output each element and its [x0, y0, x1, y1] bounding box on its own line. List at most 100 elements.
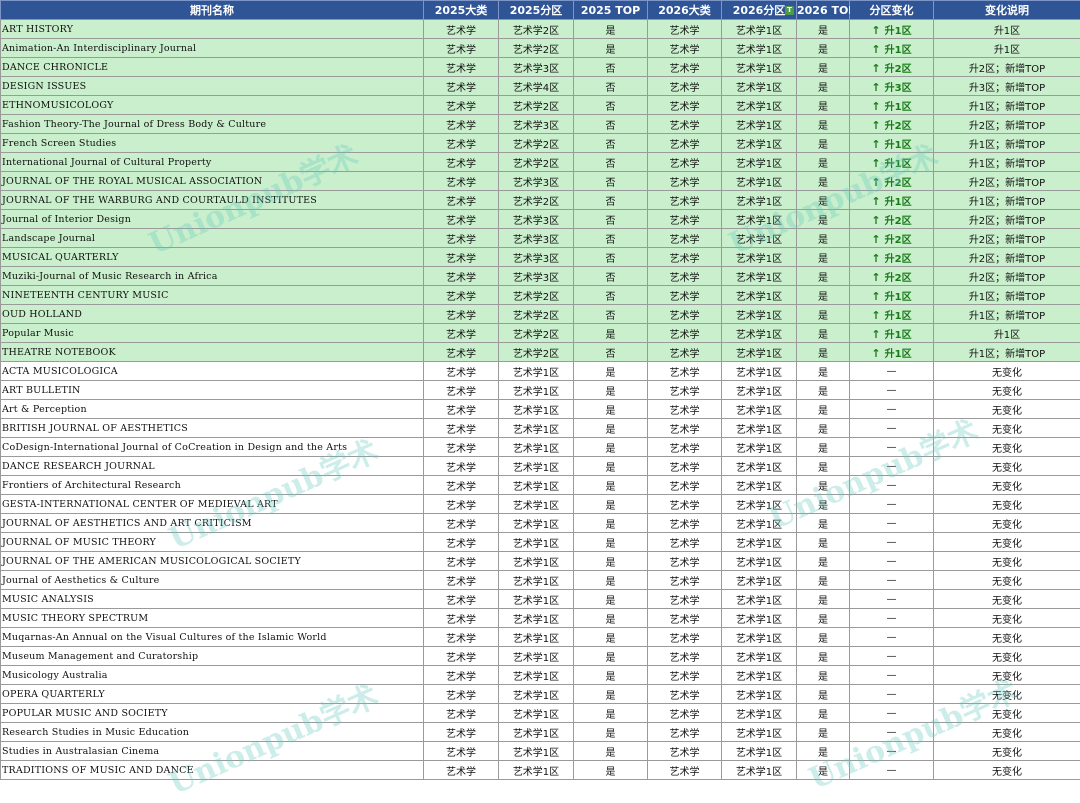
change-note-cell[interactable]: 升2区；新增TOP [934, 115, 1080, 134]
zone-2026-cell[interactable]: 艺术学1区 [722, 609, 797, 628]
table-row[interactable]: MUSIC ANALYSIS艺术学艺术学1区是艺术学艺术学1区是—无变化 [1, 590, 1080, 609]
zone-2025-cell[interactable]: 艺术学1区 [499, 761, 574, 780]
top-2025-cell[interactable]: 是 [574, 628, 648, 647]
change-note-cell[interactable]: 无变化 [934, 552, 1080, 571]
zone-2026-cell[interactable]: 艺术学1区 [722, 134, 797, 153]
zone-2025-cell[interactable]: 艺术学2区 [499, 305, 574, 324]
category-2026-cell[interactable]: 艺术学 [648, 723, 722, 742]
journal-name-cell[interactable]: International Journal of Cultural Proper… [1, 153, 424, 172]
journal-name-cell[interactable]: Journal of Aesthetics & Culture [1, 571, 424, 590]
top-2026-cell[interactable]: 是 [797, 286, 850, 305]
top-2025-cell[interactable]: 否 [574, 191, 648, 210]
change-note-cell[interactable]: 无变化 [934, 742, 1080, 761]
zone-2025-cell[interactable]: 艺术学3区 [499, 172, 574, 191]
zone-change-cell[interactable]: ↑升2区 [850, 172, 934, 191]
zone-change-cell[interactable]: — [850, 457, 934, 476]
zone-2025-cell[interactable]: 艺术学1区 [499, 552, 574, 571]
journal-name-cell[interactable]: Animation-An Interdisciplinary Journal [1, 39, 424, 58]
header-change-note[interactable]: 变化说明 [934, 1, 1080, 20]
table-row[interactable]: Fashion Theory-The Journal of Dress Body… [1, 115, 1080, 134]
category-2025-cell[interactable]: 艺术学 [424, 39, 499, 58]
table-row[interactable]: NINETEENTH CENTURY MUSIC艺术学艺术学2区否艺术学艺术学1… [1, 286, 1080, 305]
journal-name-cell[interactable]: MUSIC THEORY SPECTRUM [1, 609, 424, 628]
journal-name-cell[interactable]: Studies in Australasian Cinema [1, 742, 424, 761]
zone-2026-cell[interactable]: 艺术学1区 [722, 229, 797, 248]
top-2025-cell[interactable]: 否 [574, 77, 648, 96]
top-2026-cell[interactable]: 是 [797, 362, 850, 381]
zone-2025-cell[interactable]: 艺术学1区 [499, 438, 574, 457]
table-row[interactable]: ART BULLETIN艺术学艺术学1区是艺术学艺术学1区是—无变化 [1, 381, 1080, 400]
table-row[interactable]: Museum Management and Curatorship艺术学艺术学1… [1, 647, 1080, 666]
top-2026-cell[interactable]: 是 [797, 704, 850, 723]
journal-name-cell[interactable]: DANCE CHRONICLE [1, 58, 424, 77]
category-2025-cell[interactable]: 艺术学 [424, 305, 499, 324]
change-note-cell[interactable]: 升2区；新增TOP [934, 58, 1080, 77]
zone-change-cell[interactable]: ↑升1区 [850, 134, 934, 153]
zone-change-cell[interactable]: ↑升1区 [850, 39, 934, 58]
change-note-cell[interactable]: 升2区；新增TOP [934, 229, 1080, 248]
header-2025-category[interactable]: 2025大类 [424, 1, 499, 20]
category-2026-cell[interactable]: 艺术学 [648, 324, 722, 343]
change-note-cell[interactable]: 无变化 [934, 666, 1080, 685]
zone-2025-cell[interactable]: 艺术学2区 [499, 20, 574, 39]
journal-name-cell[interactable]: THEATRE NOTEBOOK [1, 343, 424, 362]
journal-name-cell[interactable]: OPERA QUARTERLY [1, 685, 424, 704]
zone-2025-cell[interactable]: 艺术学2区 [499, 324, 574, 343]
category-2025-cell[interactable]: 艺术学 [424, 666, 499, 685]
category-2025-cell[interactable]: 艺术学 [424, 514, 499, 533]
zone-2025-cell[interactable]: 艺术学2区 [499, 96, 574, 115]
top-2026-cell[interactable]: 是 [797, 761, 850, 780]
zone-2025-cell[interactable]: 艺术学1区 [499, 400, 574, 419]
journal-name-cell[interactable]: Frontiers of Architectural Research [1, 476, 424, 495]
category-2025-cell[interactable]: 艺术学 [424, 533, 499, 552]
table-row[interactable]: ETHNOMUSICOLOGY艺术学艺术学2区否艺术学艺术学1区是↑升1区升1区… [1, 96, 1080, 115]
header-zone-change[interactable]: 分区变化 [850, 1, 934, 20]
journal-name-cell[interactable]: Popular Music [1, 324, 424, 343]
category-2026-cell[interactable]: 艺术学 [648, 419, 722, 438]
table-row[interactable]: DANCE CHRONICLE艺术学艺术学3区否艺术学艺术学1区是↑升2区升2区… [1, 58, 1080, 77]
top-2026-cell[interactable]: 是 [797, 400, 850, 419]
header-2026-category[interactable]: 2026大类 [648, 1, 722, 20]
category-2026-cell[interactable]: 艺术学 [648, 172, 722, 191]
zone-change-cell[interactable]: — [850, 438, 934, 457]
category-2025-cell[interactable]: 艺术学 [424, 191, 499, 210]
change-note-cell[interactable]: 升2区；新增TOP [934, 172, 1080, 191]
change-note-cell[interactable]: 无变化 [934, 590, 1080, 609]
journal-name-cell[interactable]: Muziki-Journal of Music Research in Afri… [1, 267, 424, 286]
zone-2026-cell[interactable]: 艺术学1区 [722, 457, 797, 476]
zone-2026-cell[interactable]: 艺术学1区 [722, 324, 797, 343]
change-note-cell[interactable]: 升1区；新增TOP [934, 343, 1080, 362]
category-2026-cell[interactable]: 艺术学 [648, 153, 722, 172]
zone-change-cell[interactable]: — [850, 495, 934, 514]
change-note-cell[interactable]: 无变化 [934, 685, 1080, 704]
table-row[interactable]: Muziki-Journal of Music Research in Afri… [1, 267, 1080, 286]
category-2026-cell[interactable]: 艺术学 [648, 666, 722, 685]
top-2025-cell[interactable]: 否 [574, 229, 648, 248]
top-2026-cell[interactable]: 是 [797, 58, 850, 77]
journal-name-cell[interactable]: MUSICAL QUARTERLY [1, 248, 424, 267]
zone-change-cell[interactable]: ↑升1区 [850, 324, 934, 343]
zone-2026-cell[interactable]: 艺术学1区 [722, 267, 797, 286]
table-row[interactable]: OPERA QUARTERLY艺术学艺术学1区是艺术学艺术学1区是—无变化 [1, 685, 1080, 704]
change-note-cell[interactable]: 升3区；新增TOP [934, 77, 1080, 96]
table-row[interactable]: MUSICAL QUARTERLY艺术学艺术学3区否艺术学艺术学1区是↑升2区升… [1, 248, 1080, 267]
table-row[interactable]: GESTA-INTERNATIONAL CENTER OF MEDIEVAL A… [1, 495, 1080, 514]
category-2025-cell[interactable]: 艺术学 [424, 457, 499, 476]
top-2026-cell[interactable]: 是 [797, 172, 850, 191]
journal-name-cell[interactable]: Journal of Interior Design [1, 210, 424, 229]
zone-2025-cell[interactable]: 艺术学1区 [499, 609, 574, 628]
zone-2026-cell[interactable]: 艺术学1区 [722, 115, 797, 134]
zone-2026-cell[interactable]: 艺术学1区 [722, 571, 797, 590]
category-2026-cell[interactable]: 艺术学 [648, 343, 722, 362]
top-2026-cell[interactable]: 是 [797, 419, 850, 438]
category-2025-cell[interactable]: 艺术学 [424, 552, 499, 571]
filter-icon[interactable]: T [785, 6, 794, 15]
journal-name-cell[interactable]: Landscape Journal [1, 229, 424, 248]
zone-change-cell[interactable]: — [850, 704, 934, 723]
top-2025-cell[interactable]: 是 [574, 533, 648, 552]
change-note-cell[interactable]: 升2区；新增TOP [934, 267, 1080, 286]
zone-change-cell[interactable]: — [850, 742, 934, 761]
zone-change-cell[interactable]: — [850, 419, 934, 438]
journal-name-cell[interactable]: Museum Management and Curatorship [1, 647, 424, 666]
zone-change-cell[interactable]: ↑升1区 [850, 153, 934, 172]
